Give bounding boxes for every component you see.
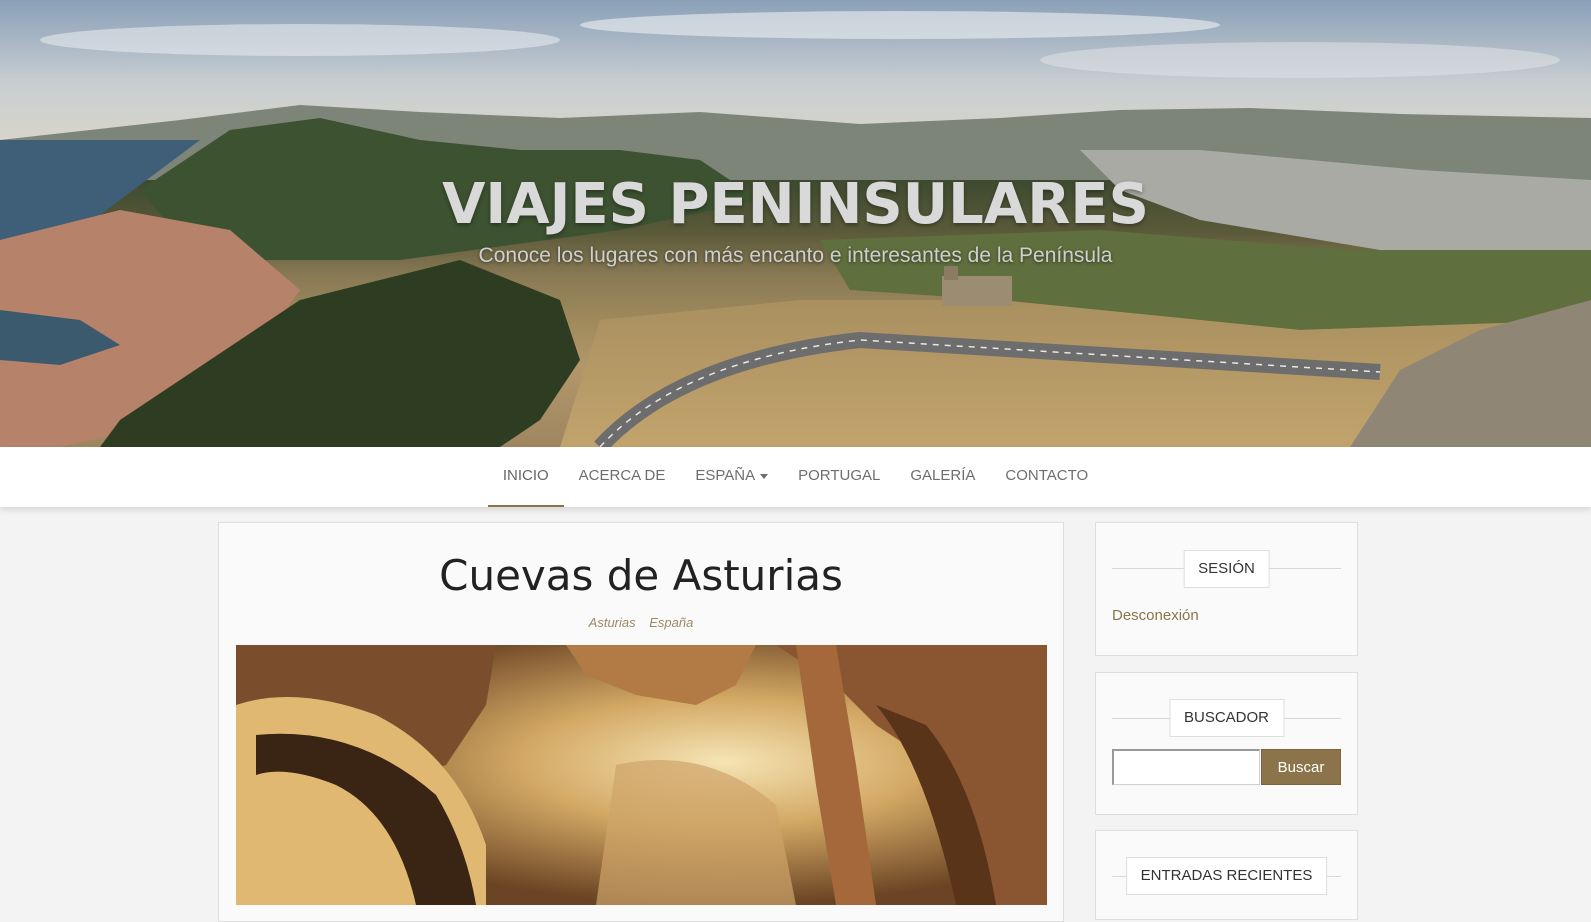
search-input[interactable] [1112, 749, 1260, 785]
post-title[interactable]: Cuevas de Asturias [219, 551, 1063, 600]
widget-title: ENTRADAS RECIENTES [1125, 857, 1328, 895]
header-banner: VIAJES PENINSULARES Conoce los lugares c… [0, 0, 1591, 447]
widget-recent-posts: ENTRADAS RECIENTES [1095, 830, 1358, 920]
nav-item-inicio[interactable]: INICIO [487, 447, 564, 507]
nav-item-label: ESPAÑA [695, 467, 756, 484]
widget-title: BUSCADOR [1168, 699, 1285, 737]
category-link-asturias[interactable]: Asturias [589, 615, 636, 630]
nav-item-espana[interactable]: ESPAÑA [680, 447, 783, 507]
search-button[interactable]: Buscar [1261, 749, 1341, 785]
widget-search: BUSCADOR Buscar [1095, 672, 1358, 815]
post-featured-image[interactable] [236, 645, 1047, 905]
post-categories: Asturias España [219, 615, 1063, 630]
site-tagline: Conoce los lugares con más encanto e int… [478, 244, 1113, 267]
caret-down-icon [760, 473, 769, 479]
nav-item-label: GALERÍA [910, 467, 976, 484]
nav-item-contacto[interactable]: CONTACTO [990, 447, 1103, 507]
nav-item-label: ACERCA DE [578, 467, 666, 484]
nav-item-label: INICIO [502, 467, 549, 484]
site-title[interactable]: VIAJES PENINSULARES [0, 172, 1591, 237]
cave-image [236, 645, 1047, 905]
nav-item-galeria[interactable]: GALERÍA [895, 447, 990, 507]
logout-link[interactable]: Desconexión [1112, 607, 1199, 624]
category-link-espana[interactable]: España [649, 615, 693, 630]
nav-item-portugal[interactable]: PORTUGAL [783, 447, 895, 507]
post-card: Cuevas de Asturias Asturias España [218, 522, 1064, 922]
widget-session: SESIÓN Desconexión [1095, 522, 1358, 656]
nav-item-label: CONTACTO [1005, 467, 1089, 484]
main-nav: INICIO ACERCA DE ESPAÑA PORTUGAL GALERÍA… [0, 447, 1591, 507]
nav-item-acerca-de[interactable]: ACERCA DE [564, 447, 681, 507]
nav-item-label: PORTUGAL [798, 467, 881, 484]
widget-title: SESIÓN [1183, 550, 1270, 588]
